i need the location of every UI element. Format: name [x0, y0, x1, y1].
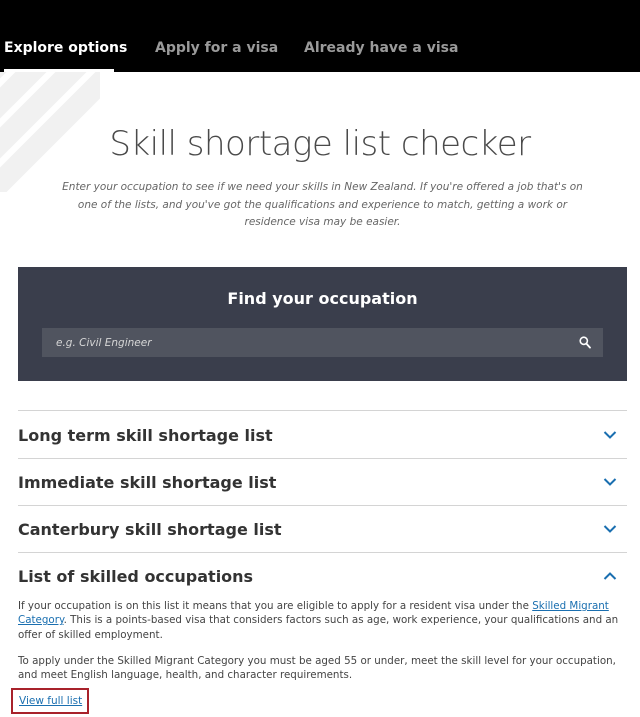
chevron-down-icon — [603, 478, 617, 486]
tab-explore-options[interactable]: Explore options — [4, 40, 127, 72]
finder-title: Find your occupation — [227, 289, 418, 308]
search-box — [42, 328, 603, 357]
accordion-title: Immediate skill shortage list — [18, 473, 277, 492]
divider — [18, 410, 627, 411]
accordion-title: List of skilled occupations — [18, 567, 254, 586]
skilled-occupations-description: If your occupation is on this list it me… — [18, 599, 623, 642]
chevron-down-icon — [603, 525, 617, 533]
accordion-skilled-occupations[interactable]: List of skilled occupations — [18, 553, 627, 599]
description-text: . This is a points-based visa that consi… — [18, 614, 619, 641]
skilled-migrant-requirements: To apply under the Skilled Migrant Categ… — [18, 655, 616, 682]
accordion-canterbury-list[interactable]: Canterbury skill shortage list — [18, 506, 627, 552]
accordion-title: Long term skill shortage list — [18, 426, 273, 445]
top-navigation: Explore options Apply for a visa Already… — [0, 0, 640, 72]
tab-already-have-a-visa[interactable]: Already have a visa — [304, 40, 458, 72]
accordion-immediate-list[interactable]: Immediate skill shortage list — [18, 459, 627, 505]
description-text: If your occupation is on this list it me… — [18, 600, 533, 612]
view-full-list-highlight: View full list — [11, 688, 89, 714]
occupation-search-input[interactable] — [42, 328, 562, 357]
chevron-down-icon — [603, 431, 617, 439]
chevron-up-icon — [603, 572, 617, 580]
tab-apply-for-a-visa[interactable]: Apply for a visa — [155, 40, 278, 72]
view-full-list-link[interactable]: View full list — [19, 695, 82, 707]
accordion-title: Canterbury skill shortage list — [18, 520, 282, 539]
page-title: Skill shortage list checker — [109, 124, 531, 164]
search-icon[interactable] — [579, 336, 591, 349]
accordion-long-term-list[interactable]: Long term skill shortage list — [18, 412, 627, 458]
page-intro: Enter your occupation to see if we need … — [62, 181, 583, 228]
occupation-finder: Find your occupation — [18, 267, 627, 381]
